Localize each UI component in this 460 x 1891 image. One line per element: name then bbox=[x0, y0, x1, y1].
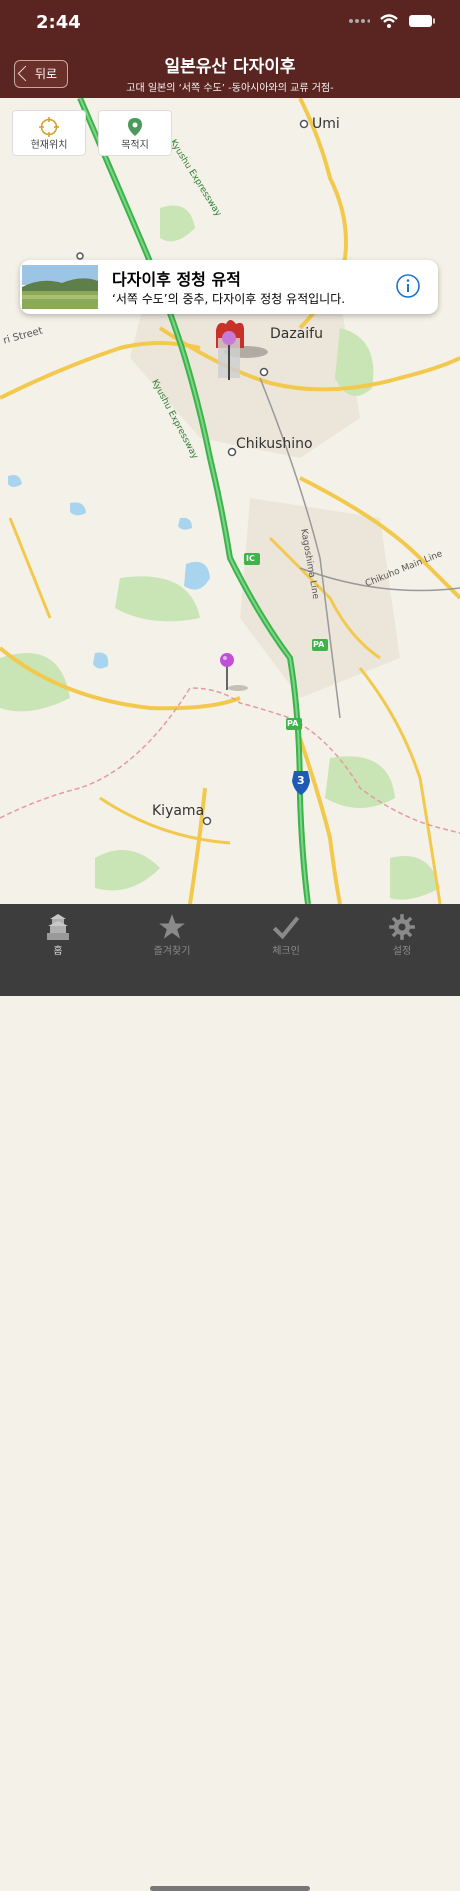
wifi-icon bbox=[380, 14, 398, 28]
status-bar: 2:44 bbox=[0, 0, 460, 48]
nav-title: 일본유산 다자이후 bbox=[164, 57, 296, 77]
tab-checkin-label: 체크인 bbox=[272, 946, 300, 957]
home-indicator bbox=[150, 1886, 310, 1891]
map-view[interactable]: IC PA PA 3 Umi Dazaifu Chikushino Kiyama… bbox=[0, 98, 460, 904]
map-label-umi: Umi bbox=[312, 116, 340, 132]
info-icon[interactable] bbox=[396, 274, 420, 298]
current-location-label: 현재위치 bbox=[30, 140, 68, 151]
tab-favorites[interactable]: 즐겨찾기 bbox=[122, 912, 222, 957]
castle-icon bbox=[47, 914, 69, 940]
nav-subtitle: 고대 일본의 ‘서쪽 수도’ -동아시아와의 교류 거점- bbox=[126, 83, 334, 94]
destination-label: 목적지 bbox=[121, 140, 149, 151]
route-3-shield-label: 3 bbox=[297, 774, 305, 787]
tab-favorites-label: 즐겨찾기 bbox=[153, 946, 191, 957]
pa-shield-label-1: PA bbox=[313, 640, 325, 649]
tab-checkin[interactable]: 체크인 bbox=[236, 912, 336, 957]
status-time: 2:44 bbox=[36, 12, 81, 33]
callout-subtitle: ‘서쪽 수도’의 중추, 다자이후 정청 유적입니다. bbox=[112, 292, 346, 306]
ic-shield-label: IC bbox=[246, 554, 255, 563]
signal-icon bbox=[349, 19, 370, 23]
map-label-dazaifu: Dazaifu bbox=[270, 326, 323, 342]
status-icons bbox=[348, 14, 436, 28]
destination-button[interactable]: 목적지 bbox=[98, 110, 172, 156]
callout-title: 다자이후 정청 유적 bbox=[112, 270, 241, 289]
map-canvas bbox=[0, 98, 460, 904]
tab-home[interactable]: 홈 bbox=[8, 912, 108, 957]
tab-home-label: 홈 bbox=[53, 946, 63, 957]
location-callout[interactable]: 다자이후 정청 유적 ‘서쪽 수도’의 중추, 다자이후 정청 유적입니다. bbox=[20, 260, 438, 314]
tab-settings-label: 설정 bbox=[392, 946, 412, 957]
map-label-kiyama: Kiyama bbox=[152, 803, 205, 819]
star-icon bbox=[159, 914, 185, 939]
nav-bar: 뒤로 일본유산 다자이후 고대 일본의 ‘서쪽 수도’ -동아시아와의 교류 거… bbox=[0, 48, 460, 98]
callout-thumbnail bbox=[22, 265, 98, 309]
pa-shield-label-2: PA bbox=[287, 719, 299, 728]
checkmark-icon bbox=[272, 916, 300, 940]
gear-icon bbox=[389, 914, 415, 940]
tab-settings[interactable]: 설정 bbox=[352, 912, 452, 957]
map-pin-icon bbox=[128, 118, 142, 136]
battery-icon bbox=[409, 15, 435, 27]
current-location-button[interactable]: 현재위치 bbox=[12, 110, 86, 156]
map-label-chikushino: Chikushino bbox=[236, 436, 313, 452]
tab-bar: 홈 즐겨찾기 체크인 설정 bbox=[0, 904, 460, 1891]
crosshair-icon bbox=[39, 117, 59, 137]
